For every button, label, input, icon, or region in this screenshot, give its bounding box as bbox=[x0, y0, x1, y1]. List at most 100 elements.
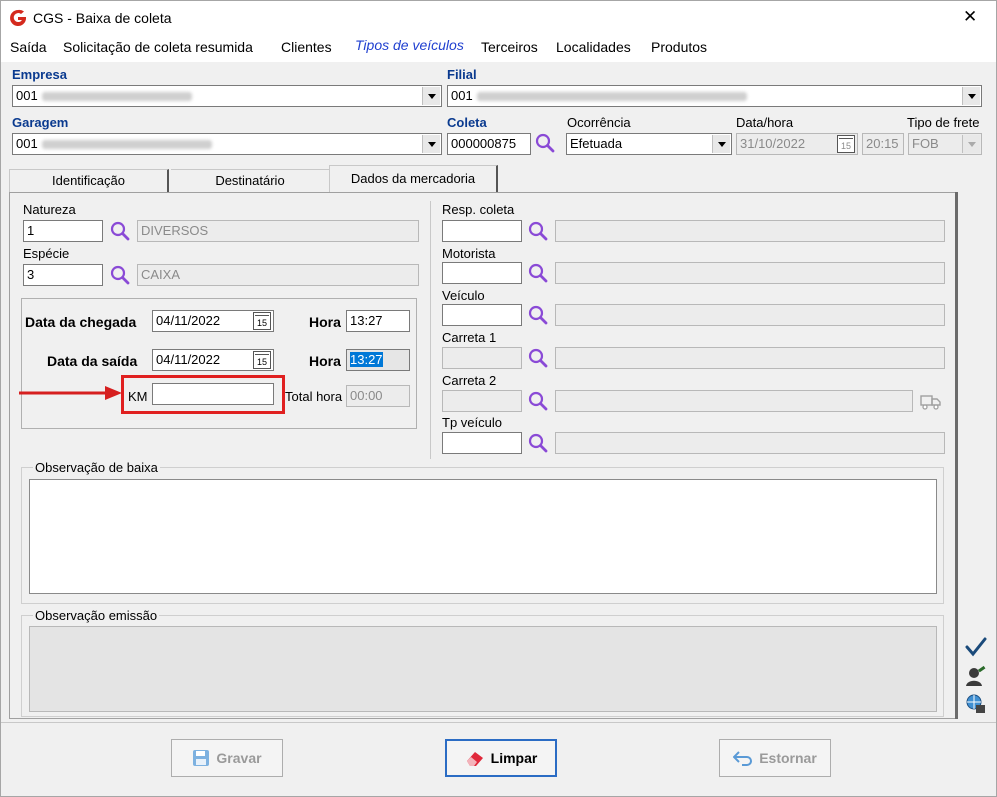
filial-label: Filial bbox=[447, 67, 477, 82]
resp-desc bbox=[555, 220, 945, 242]
empresa-code: 001 bbox=[16, 88, 38, 103]
coleta-input[interactable]: 000000875 bbox=[447, 133, 531, 155]
chegada-label: Data da chegada bbox=[25, 314, 137, 330]
empresa-dropdown-icon[interactable] bbox=[422, 87, 440, 105]
datahora-label: Data/hora bbox=[736, 115, 794, 130]
coleta-time-field: 20:15 bbox=[862, 133, 904, 155]
gravar-label: Gravar bbox=[216, 750, 262, 766]
tipofrete-dropdown-icon bbox=[962, 135, 980, 153]
saida-hora-input[interactable]: 13:27 bbox=[346, 349, 410, 371]
veiculo-input[interactable] bbox=[442, 304, 522, 326]
menu-localidades[interactable]: Localidades bbox=[556, 39, 631, 55]
undo-icon bbox=[733, 751, 753, 766]
natureza-search-icon[interactable] bbox=[109, 220, 131, 242]
chegada-date-input[interactable]: 04/11/2022 15 bbox=[152, 310, 274, 332]
especie-search-icon[interactable] bbox=[109, 264, 131, 286]
tab-identificacao[interactable]: Identificação bbox=[9, 169, 169, 193]
carreta2-label: Carreta 2 bbox=[442, 373, 497, 388]
app-logo-icon bbox=[10, 9, 26, 26]
menu-tipos-veiculos[interactable]: Tipos de veículos bbox=[355, 37, 464, 53]
user-edit-icon[interactable] bbox=[965, 665, 987, 687]
carreta1-input bbox=[442, 347, 522, 369]
coleta-search-icon[interactable] bbox=[534, 132, 556, 154]
chegada-date-value: 04/11/2022 bbox=[156, 313, 221, 328]
globe-settings-icon[interactable] bbox=[965, 693, 987, 715]
carreta2-search-icon[interactable] bbox=[527, 390, 549, 412]
menu-produtos[interactable]: Produtos bbox=[651, 39, 707, 55]
eraser-icon bbox=[466, 752, 483, 766]
especie-label: Espécie bbox=[23, 246, 70, 261]
carreta1-search-icon[interactable] bbox=[527, 347, 549, 369]
carreta2-input bbox=[442, 390, 522, 412]
saida-date-value: 04/11/2022 bbox=[156, 352, 221, 367]
coleta-label: Coleta bbox=[447, 115, 487, 130]
especie-input[interactable]: 3 bbox=[23, 264, 103, 286]
tpveiculo-label: Tp veículo bbox=[442, 415, 502, 430]
veiculo-desc bbox=[555, 304, 945, 326]
tpveiculo-search-icon[interactable] bbox=[527, 432, 549, 454]
gravar-button[interactable]: Gravar bbox=[171, 739, 283, 777]
garagem-name-blurred bbox=[41, 140, 212, 150]
menu-saida[interactable]: Saída bbox=[10, 39, 47, 55]
calendar-icon[interactable]: 15 bbox=[253, 312, 271, 330]
tab-destinatario-label: Destinatário bbox=[215, 173, 285, 188]
column-divider bbox=[430, 201, 431, 459]
menu-terceiros[interactable]: Terceiros bbox=[481, 39, 538, 55]
tab-dados-mercadoria-label: Dados da mercadoria bbox=[350, 171, 476, 186]
saida-label: Data da saída bbox=[47, 353, 138, 369]
chegada-hora-input[interactable]: 13:27 bbox=[346, 310, 410, 332]
km-highlight-box bbox=[121, 375, 285, 414]
filial-dropdown-icon[interactable] bbox=[962, 87, 980, 105]
ocorrencia-dropdown-icon[interactable] bbox=[712, 135, 730, 153]
filial-select[interactable]: 001 bbox=[447, 85, 982, 107]
footer-divider bbox=[1, 722, 996, 723]
resp-label: Resp. coleta bbox=[442, 202, 515, 217]
truck-icon[interactable] bbox=[919, 390, 943, 412]
check-icon[interactable] bbox=[965, 637, 987, 657]
limpar-label: Limpar bbox=[490, 750, 538, 766]
close-icon[interactable]: ✕ bbox=[963, 7, 977, 27]
tab-dados-mercadoria[interactable]: Dados da mercadoria bbox=[329, 165, 498, 193]
carreta1-desc bbox=[555, 347, 945, 369]
especie-desc: CAIXA bbox=[137, 264, 419, 286]
tpveiculo-input[interactable] bbox=[442, 432, 522, 454]
filial-code: 001 bbox=[451, 88, 473, 103]
natureza-label: Natureza bbox=[23, 202, 76, 217]
garagem-select[interactable]: 001 bbox=[12, 133, 442, 155]
garagem-code: 001 bbox=[16, 136, 38, 151]
tab-destinatario[interactable]: Destinatário bbox=[171, 169, 329, 193]
resp-search-icon[interactable] bbox=[527, 220, 549, 242]
empresa-name-blurred bbox=[41, 92, 192, 102]
tipofrete-value: FOB bbox=[912, 136, 939, 151]
calendar-icon[interactable]: 15 bbox=[253, 351, 271, 369]
saida-hora-label: Hora bbox=[309, 353, 341, 369]
obs-baixa-label: Observação de baixa bbox=[33, 460, 160, 475]
calendar-icon[interactable]: 15 bbox=[837, 135, 855, 153]
menu-clientes[interactable]: Clientes bbox=[281, 39, 332, 55]
veiculo-label: Veículo bbox=[442, 288, 485, 303]
obs-emissao-textarea bbox=[29, 626, 937, 712]
limpar-button[interactable]: Limpar bbox=[445, 739, 557, 777]
natureza-desc: DIVERSOS bbox=[137, 220, 419, 242]
garagem-label: Garagem bbox=[12, 115, 69, 130]
obs-emissao-label: Observação emissão bbox=[33, 608, 160, 623]
natureza-input[interactable]: 1 bbox=[23, 220, 103, 242]
totalhora-label: Total hora bbox=[285, 389, 343, 404]
saida-hora-selected: 13:27 bbox=[350, 352, 383, 367]
carreta2-desc bbox=[555, 390, 913, 412]
coleta-date-field: 31/10/2022 15 bbox=[736, 133, 858, 155]
estornar-button[interactable]: Estornar bbox=[719, 739, 831, 777]
veiculo-search-icon[interactable] bbox=[527, 304, 549, 326]
menu-solicitacao[interactable]: Solicitação de coleta resumida bbox=[63, 39, 253, 55]
resp-input[interactable] bbox=[442, 220, 522, 242]
obs-baixa-textarea[interactable] bbox=[29, 479, 937, 594]
motorista-search-icon[interactable] bbox=[527, 262, 549, 284]
saida-date-input[interactable]: 04/11/2022 15 bbox=[152, 349, 274, 371]
motorista-input[interactable] bbox=[442, 262, 522, 284]
coleta-date-value: 31/10/2022 bbox=[740, 136, 806, 151]
save-icon bbox=[193, 750, 210, 766]
ocorrencia-select[interactable]: Efetuada bbox=[566, 133, 732, 155]
garagem-dropdown-icon[interactable] bbox=[422, 135, 440, 153]
ocorrencia-value: Efetuada bbox=[570, 136, 623, 151]
empresa-select[interactable]: 001 bbox=[12, 85, 442, 107]
